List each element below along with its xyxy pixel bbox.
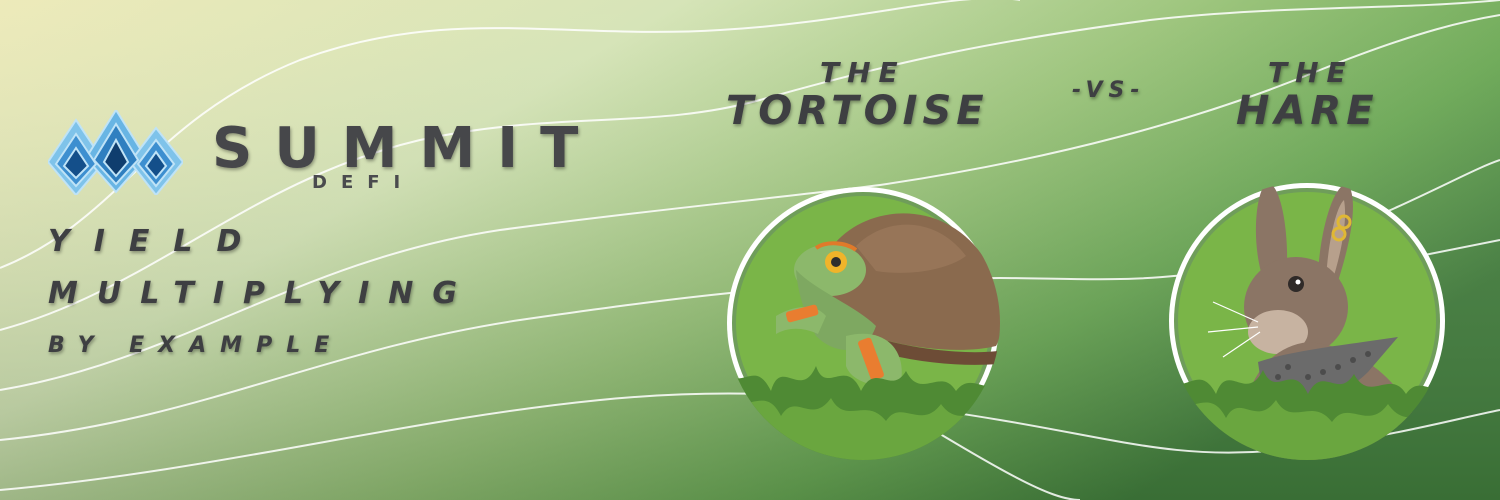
hare-portrait xyxy=(1168,182,1446,460)
tortoise-portrait xyxy=(726,186,1000,460)
right-name: HARE xyxy=(1236,88,1379,134)
tagline-line-3: BY EXAMPLE xyxy=(48,333,344,358)
banner: SUMMIT DEFI YIELD MULTIPLYING BY EXAMPLE… xyxy=(0,0,1500,500)
versus-label: -VS- xyxy=(1072,78,1146,103)
brand-subtitle: DEFI xyxy=(312,172,415,193)
tagline-line-1: YIELD xyxy=(48,224,266,259)
mountain-peaks-icon xyxy=(48,110,183,195)
left-prefix: THE xyxy=(820,56,906,89)
tagline-line-2: MULTIPLYING xyxy=(48,276,477,311)
hare-icon xyxy=(1168,182,1446,460)
right-prefix: THE xyxy=(1268,56,1354,89)
left-name: TORTOISE xyxy=(726,88,989,134)
tortoise-icon xyxy=(726,187,1000,460)
